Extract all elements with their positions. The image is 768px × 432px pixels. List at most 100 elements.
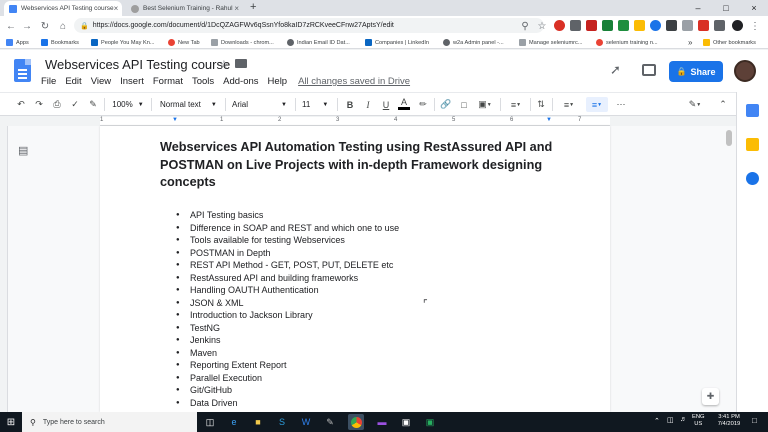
notepad-icon[interactable]: ✎ — [322, 414, 338, 430]
document-outline-icon[interactable]: ▤ — [18, 144, 34, 158]
bookmark-item[interactable]: New Tab — [168, 37, 200, 48]
list-item[interactable]: RestAssured API and building frameworks — [176, 272, 576, 285]
home-icon[interactable]: ⌂ — [56, 19, 70, 33]
network-icon[interactable]: ◫ — [667, 416, 674, 424]
list-item[interactable]: JSON & XML — [176, 297, 576, 310]
address-bar[interactable]: 🔒 https://docs.google.com/document/d/1Dc… — [74, 18, 544, 33]
extension-icon[interactable] — [570, 20, 581, 31]
close-window-button[interactable]: × — [740, 0, 768, 16]
bookmarks-overflow-button[interactable]: » — [688, 37, 692, 48]
app-icon[interactable]: ▣ — [398, 414, 414, 430]
language-indicator[interactable]: ENG US — [692, 414, 705, 428]
extension-icon[interactable] — [666, 20, 677, 31]
bookmark-item[interactable]: w2a Admin panel -... — [443, 37, 504, 48]
extension-icon[interactable] — [586, 20, 597, 31]
list-item[interactable]: Introduction to Jackson Library — [176, 309, 576, 322]
font-size-select[interactable]: 11 ▼ — [299, 97, 333, 112]
notifications-icon[interactable]: □ — [752, 416, 757, 425]
underline-button[interactable]: U — [380, 97, 392, 112]
share-button[interactable]: 🔒 Share — [669, 61, 723, 82]
list-item[interactable]: Data Driven — [176, 397, 576, 410]
menu-insert[interactable]: Insert — [120, 76, 144, 87]
chrome-icon[interactable] — [348, 414, 364, 430]
list-item[interactable]: REST API Method - GET, POST, PUT, DELETE… — [176, 259, 576, 272]
system-clock[interactable]: 3:41 PM 7/4/2019 — [713, 414, 745, 428]
bookmark-apps[interactable]: Apps — [6, 37, 29, 48]
browser-menu-icon[interactable]: ⋮ — [748, 19, 762, 33]
word-icon[interactable]: W — [298, 414, 314, 430]
highlight-pen-icon[interactable]: ✏ — [416, 97, 430, 112]
scrollbar-thumb[interactable] — [726, 130, 732, 146]
list-item[interactable]: Difference in SOAP and REST and which on… — [176, 222, 576, 235]
collapse-chevron-up-icon[interactable]: ⌃ — [716, 97, 730, 112]
undo-icon[interactable]: ↶ — [14, 97, 28, 112]
task-view-icon[interactable]: ◫ — [202, 414, 218, 430]
list-item[interactable]: POSTMAN in Depth — [176, 247, 576, 260]
right-indent-marker-icon[interactable]: ▼ — [546, 117, 552, 123]
tab-close-icon[interactable]: × — [114, 4, 119, 13]
browser-tab-active[interactable]: Webservices API Testing course × — [4, 1, 122, 16]
paint-format-icon[interactable]: ✎ — [86, 97, 100, 112]
app-icon[interactable]: ▬ — [374, 414, 390, 430]
spellcheck-icon[interactable]: ✓ — [68, 97, 82, 112]
extension-icon[interactable] — [602, 20, 613, 31]
editing-mode-pencil-icon[interactable]: ✎ ▼ — [684, 97, 706, 112]
maximize-button[interactable]: □ — [712, 0, 740, 16]
insert-comment-icon[interactable]: □ — [457, 97, 471, 112]
bookmark-item[interactable]: People You May Kn... — [91, 37, 155, 48]
zoom-select[interactable]: 100% ▼ — [110, 97, 146, 112]
menu-add-ons[interactable]: Add-ons — [223, 76, 258, 87]
redo-icon[interactable]: ↷ — [32, 97, 46, 112]
extension-icon[interactable] — [650, 20, 661, 31]
text-color-button[interactable]: A — [398, 97, 410, 110]
browser-tab[interactable]: Best Selenium Training - Rahul × — [126, 1, 244, 16]
align-left-icon[interactable]: ≡ ▼ — [505, 97, 527, 112]
menu-edit[interactable]: Edit — [65, 76, 81, 87]
extension-icon[interactable] — [698, 20, 709, 31]
list-item[interactable]: TestNG — [176, 322, 576, 335]
bookmark-item[interactable]: Bookmarks — [41, 37, 79, 48]
list-item[interactable]: Git/GitHub — [176, 384, 576, 397]
list-item[interactable]: Tools available for testing Webservices — [176, 234, 576, 247]
activity-trend-icon[interactable]: ➚ — [610, 62, 621, 78]
file-explorer-icon[interactable]: ■ — [250, 414, 266, 430]
menu-help[interactable]: Help — [268, 76, 288, 87]
skype-icon[interactable]: S — [274, 414, 290, 430]
list-item[interactable]: Maven — [176, 347, 576, 360]
line-spacing-icon[interactable]: ⇅ — [534, 97, 548, 112]
app-icon[interactable]: ▣ — [422, 414, 438, 430]
avatar[interactable] — [734, 60, 756, 82]
bookmark-star-icon[interactable]: ☆ — [535, 19, 549, 33]
extension-icon[interactable] — [682, 20, 693, 31]
list-item[interactable]: Handling OAUTH Authentication — [176, 284, 576, 297]
taskbar-search-input[interactable]: ⚲ Type here to search — [22, 412, 197, 432]
insert-link-icon[interactable]: 🔗 — [439, 97, 453, 112]
menu-view[interactable]: View — [91, 76, 111, 87]
list-item[interactable]: Reporting Extent Report — [176, 359, 576, 372]
numbered-list-icon[interactable]: ≡ ▼ — [558, 97, 580, 112]
back-arrow-icon[interactable]: ← — [4, 19, 18, 33]
profile-avatar-icon[interactable] — [732, 20, 743, 31]
font-family-select[interactable]: Arial ▼ — [229, 97, 291, 112]
new-tab-button[interactable]: + — [250, 1, 256, 13]
extension-icon[interactable] — [634, 20, 645, 31]
bookmark-item[interactable]: Indian Email ID Dat... — [287, 37, 350, 48]
folder-icon[interactable] — [235, 59, 247, 68]
calendar-icon[interactable] — [746, 104, 759, 117]
edge-browser-icon[interactable]: e — [226, 414, 242, 430]
italic-button[interactable]: I — [362, 97, 374, 112]
volume-icon[interactable]: ♬ — [680, 416, 687, 423]
insert-image-icon[interactable]: ▣ ▼ — [475, 97, 495, 112]
bookmark-item[interactable]: Manage seleniumrc... — [519, 37, 582, 48]
paragraph-style-select[interactable]: Normal text ▼ — [156, 97, 222, 112]
minimize-button[interactable]: – — [684, 0, 712, 16]
windows-start-icon[interactable]: ⊞ — [0, 412, 22, 432]
bulleted-list-icon[interactable]: ≡ ▼ — [586, 97, 608, 112]
list-item[interactable]: Parallel Execution — [176, 372, 576, 385]
menu-format[interactable]: Format — [153, 76, 183, 87]
extension-check-icon[interactable] — [618, 20, 629, 31]
more-options-icon[interactable]: ⋯ — [614, 97, 628, 112]
tab-close-icon[interactable]: × — [234, 4, 239, 13]
menu-file[interactable]: File — [41, 76, 56, 87]
document-title[interactable]: Webservices API Testing course — [45, 57, 230, 72]
